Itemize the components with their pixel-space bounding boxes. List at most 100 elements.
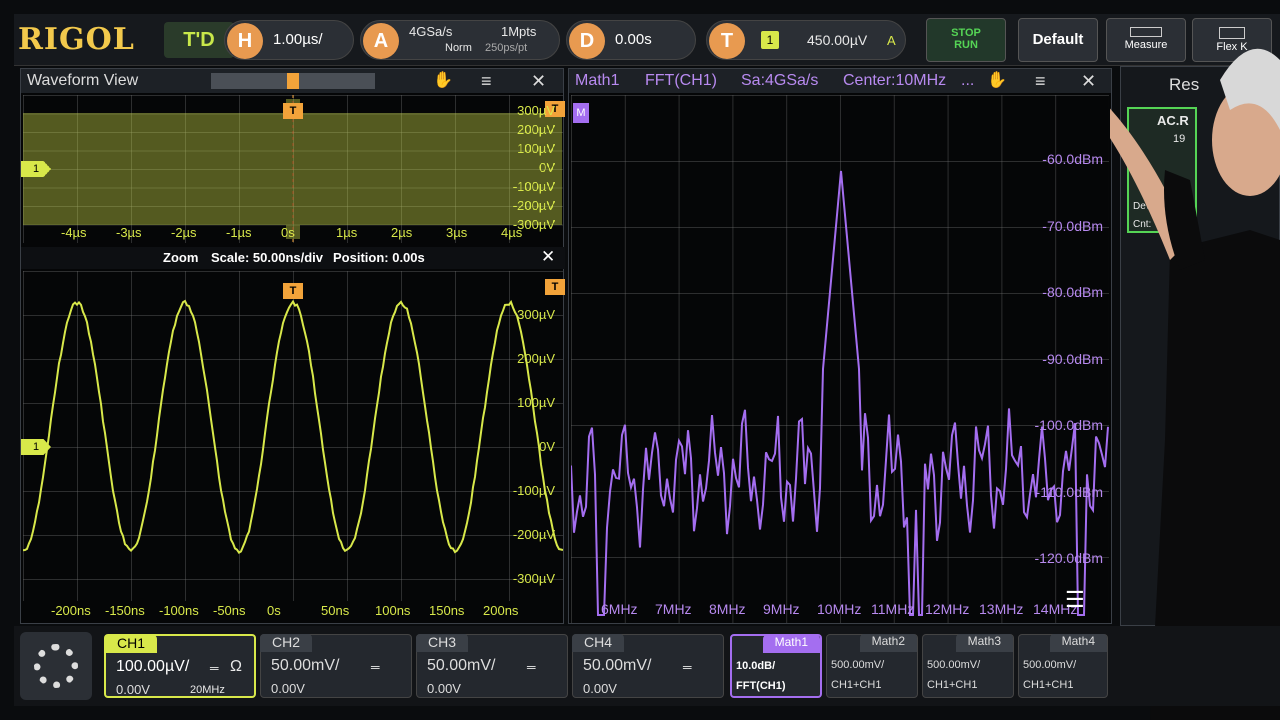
overview-x-label-7: 3µs xyxy=(446,225,467,240)
math-4-scale: 500.00mV/ xyxy=(1023,659,1076,671)
fft-close-icon[interactable]: ✕ xyxy=(1081,69,1096,93)
zoom-x-label-1: -150ns xyxy=(105,603,145,618)
fft-grid[interactable] xyxy=(571,95,1109,623)
channel-1-box[interactable]: CH1 100.00µV/ Ω ═ 0.00V 20MHz xyxy=(104,634,256,698)
zoom-grid[interactable] xyxy=(23,271,563,601)
overview-y-label-5: -200µV xyxy=(513,198,555,213)
waveform-view-header: Waveform View ✋ ≡ ✕ xyxy=(21,69,563,93)
top-toolbar: RIGOL T'D H 1.00µs/ A 4GSa/s Norm 1Mpts … xyxy=(14,14,1280,66)
h-badge: H xyxy=(227,23,263,59)
fft-y-label-6: -120.0dBm xyxy=(1035,550,1103,566)
math-3-box[interactable]: Math3 500.00mV/ CH1+CH1 xyxy=(922,634,1014,698)
zoom-y-label-4: -100µV xyxy=(513,483,555,498)
math-1-box[interactable]: Math1 10.0dB/ FFT(CH1) xyxy=(730,634,822,698)
waveform-view-panel: Waveform View ✋ ≡ ✕ 1 T T 300µV 200µV 100µ… xyxy=(20,68,564,624)
close-icon[interactable]: ✕ xyxy=(531,69,546,93)
math-3-tab: Math3 xyxy=(956,634,1013,652)
a-badge: A xyxy=(363,23,399,59)
zoom-window-handle[interactable] xyxy=(287,73,299,89)
channel-2-box[interactable]: CH2 50.00mV/ ═ 0.00V xyxy=(260,634,412,698)
fft-y-label-1: -70.0dBm xyxy=(1042,218,1103,234)
overview-x-label-1: -3µs xyxy=(116,225,142,240)
math-1-tab: Math1 xyxy=(763,635,820,653)
presenter-silhouette xyxy=(1110,20,1280,720)
math-4-box[interactable]: Math4 500.00mV/ CH1+CH1 xyxy=(1018,634,1108,698)
channel-4-offset: 0.00V xyxy=(583,681,617,696)
overview-trigger-marker[interactable]: T xyxy=(283,103,303,119)
channel-4-box[interactable]: CH4 50.00mV/ ═ 0.00V xyxy=(572,634,724,698)
home-gear-button[interactable] xyxy=(20,632,92,700)
horizontal-scale-value: 1.00µs/ xyxy=(273,31,323,48)
zoom-y-label-3: 0V xyxy=(539,439,555,454)
math-4-source: CH1+CH1 xyxy=(1023,679,1073,691)
stop-label: STOP xyxy=(927,27,1005,39)
fft-x-label-7: 13MHz xyxy=(979,601,1023,617)
gear-icon xyxy=(34,644,78,688)
channel-3-coupling-icon: ═ xyxy=(527,660,536,674)
default-label: Default xyxy=(1019,31,1097,48)
overview-y-label-1: 200µV xyxy=(517,122,555,137)
touch-icon[interactable]: ✋ xyxy=(433,69,453,93)
overview-x-label-5: 1µs xyxy=(336,225,357,240)
math-3-source: CH1+CH1 xyxy=(927,679,977,691)
zoom-x-label-8: 200ns xyxy=(483,603,518,618)
fft-source: FFT(CH1) xyxy=(645,69,717,93)
overview-y-label-4: -100µV xyxy=(513,179,555,194)
menu-icon[interactable]: ≡ xyxy=(481,69,492,93)
fft-x-label-0: 6MHz xyxy=(601,601,638,617)
acquisition-control[interactable]: A 4GSa/s Norm 1Mpts 250ps/pt xyxy=(360,20,560,60)
channel-2-offset: 0.00V xyxy=(271,681,305,696)
rigol-logo: RIGOL xyxy=(18,22,135,57)
math-2-tab: Math2 xyxy=(860,634,917,652)
channel-4-coupling-icon: ═ xyxy=(683,660,692,674)
fft-y-label-0: -60.0dBm xyxy=(1042,151,1103,167)
horizontal-scale-control[interactable]: H 1.00µs/ xyxy=(224,20,354,60)
fft-spectrum xyxy=(571,95,1109,623)
zoom-trigger-marker[interactable]: T xyxy=(283,283,303,299)
overview-x-label-6: 2µs xyxy=(391,225,412,240)
time-per-point: 250ps/pt xyxy=(485,42,527,54)
stop-run-button[interactable]: STOP RUN xyxy=(926,18,1006,62)
fft-x-label-3: 9MHz xyxy=(763,601,800,617)
zoom-header: Zoom Scale: 50.00ns/div Position: 0.00s … xyxy=(21,247,565,269)
fft-x-label-2: 8MHz xyxy=(709,601,746,617)
fft-header: Math1 FFT(CH1) Sa:4GSa/s Center:10MHz ..… xyxy=(569,69,1111,93)
fft-y-label-5: -110.0dBm xyxy=(1036,484,1103,500)
trigger-control[interactable]: T 1 450.00µV A xyxy=(706,20,906,60)
channel-1-offset: 0.00V xyxy=(116,682,150,697)
fft-touch-icon[interactable]: ✋ xyxy=(987,69,1007,93)
waveform-view-title: Waveform View xyxy=(27,72,138,89)
zoom-trigger-level-marker[interactable]: T xyxy=(545,279,565,295)
channel-3-box[interactable]: CH3 50.00mV/ ═ 0.00V xyxy=(416,634,568,698)
trigger-mode: A xyxy=(887,33,896,48)
math-2-box[interactable]: Math2 500.00mV/ CH1+CH1 xyxy=(826,634,918,698)
memory-depth: 1Mpts xyxy=(501,24,536,39)
zoom-x-label-0: -200ns xyxy=(51,603,91,618)
fft-center: Center:10MHz xyxy=(843,69,946,93)
delay-control[interactable]: D 0.00s xyxy=(566,20,696,60)
default-button[interactable]: Default xyxy=(1018,18,1098,62)
trigger-level: 450.00µV xyxy=(807,32,867,48)
overview-y-label-2: 100µV xyxy=(517,141,555,156)
d-badge: D xyxy=(569,23,605,59)
overview-x-label-3: -1µs xyxy=(226,225,252,240)
channel-4-tab: CH4 xyxy=(572,634,624,652)
fft-x-label-6: 12MHz xyxy=(925,601,969,617)
acq-mode: Norm xyxy=(445,42,472,54)
fft-more: ... xyxy=(961,69,974,93)
fft-y-label-4: -100.0dBm xyxy=(1035,417,1103,433)
zoom-x-label-3: -50ns xyxy=(213,603,246,618)
channel-3-scale: 50.00mV/ xyxy=(427,657,495,675)
math-2-scale: 500.00mV/ xyxy=(831,659,884,671)
run-label: RUN xyxy=(927,39,1005,51)
math-1-scale: 10.0dB/ xyxy=(736,660,775,672)
channel-2-coupling-icon: ═ xyxy=(371,660,380,674)
zoom-y-label-1: 200µV xyxy=(517,351,555,366)
fft-marker[interactable]: M xyxy=(573,103,589,123)
overview-y-label-0: 300µV xyxy=(517,103,555,118)
overview-x-label-8: 4µs xyxy=(501,225,522,240)
fft-expand-icon[interactable]: ☰ xyxy=(1065,587,1085,613)
fft-menu-icon[interactable]: ≡ xyxy=(1035,69,1046,93)
zoom-close-icon[interactable]: ✕ xyxy=(541,247,555,267)
delay-value: 0.00s xyxy=(615,31,652,48)
